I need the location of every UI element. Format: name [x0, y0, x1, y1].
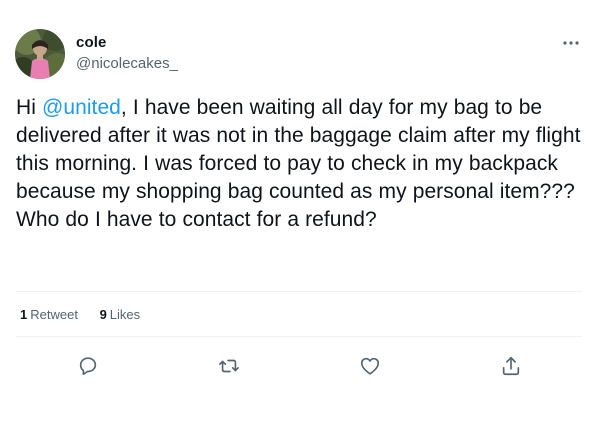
retweet-button[interactable]	[218, 355, 240, 377]
mention-link[interactable]: @united	[42, 96, 121, 119]
user-handle[interactable]: @nicolecakes_	[76, 55, 178, 72]
engagement-stats: 1 Retweet 9 Likes	[20, 307, 158, 322]
like-button[interactable]	[359, 355, 381, 377]
heart-icon	[360, 357, 380, 375]
tweet-text: Hi @united, I have been waiting all day …	[16, 94, 591, 234]
share-button[interactable]	[500, 355, 522, 377]
divider	[16, 336, 582, 337]
divider	[16, 291, 582, 292]
retweets-stat[interactable]: 1 Retweet	[20, 307, 78, 322]
tweet-header: cole @nicolecakes_	[15, 29, 585, 81]
tweet-text-start: Hi	[16, 96, 43, 119]
avatar[interactable]	[15, 29, 65, 79]
share-icon	[502, 356, 520, 376]
likes-stat[interactable]: 9 Likes	[100, 307, 141, 322]
reply-icon	[79, 357, 97, 376]
retweet-icon	[219, 359, 239, 373]
reply-button[interactable]	[77, 355, 99, 377]
likes-count: 9	[99, 307, 107, 322]
display-name[interactable]: cole	[76, 34, 106, 51]
likes-label: Likes	[109, 307, 141, 322]
retweets-count: 1	[20, 307, 28, 322]
retweets-label: Retweet	[30, 307, 78, 322]
more-icon[interactable]	[561, 33, 581, 53]
